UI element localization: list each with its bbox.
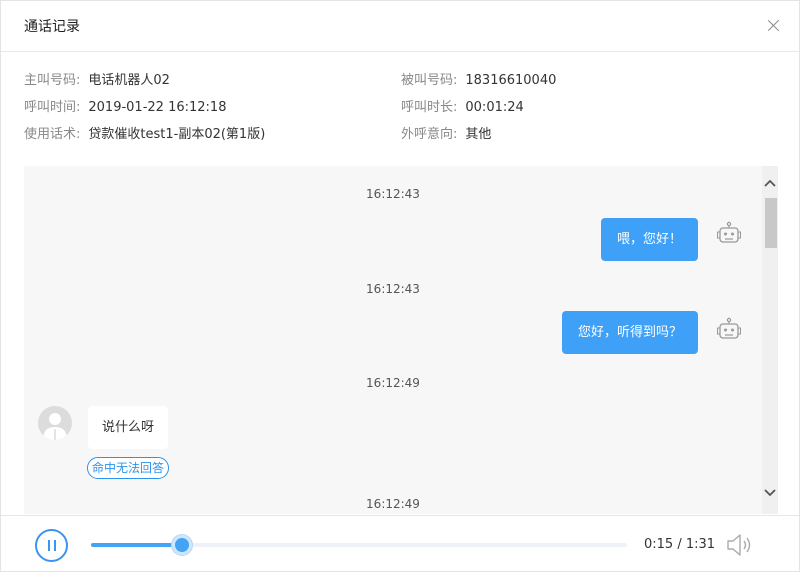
call-time-value: 2019-01-22 16:12:18 — [88, 100, 227, 115]
user-message-bubble: 说什么呀 — [88, 406, 169, 449]
intent-info: 外呼意向: 其他 — [401, 127, 491, 143]
intent-tag: 命中无法回答 — [87, 457, 170, 479]
script-value: 贷款催收test1-副本02(第1版) — [88, 127, 266, 142]
duration-value: 00:01:24 — [465, 100, 524, 115]
call-record-dialog: 通话记录 主叫号码: 电话机器人02 被叫号码: 18316610040 呼叫时间:… — [0, 0, 800, 572]
close-icon[interactable] — [765, 17, 783, 35]
chat-transcript[interactable]: 16:12:43 喂，您好！ 16:12:43 您好，听得到吗？ 16:12:4… — [24, 166, 778, 514]
scroll-down-icon[interactable] — [762, 484, 778, 500]
duration-label: 呼叫时长: — [401, 100, 458, 115]
call-time-label: 呼叫时间: — [24, 100, 81, 115]
robot-icon — [717, 221, 741, 243]
message-timestamp: 16:12:49 — [366, 376, 420, 390]
message-timestamp: 16:12:43 — [366, 282, 420, 296]
playback-time: 0:15 / 1:31 — [644, 537, 716, 552]
callee-value: 18316610040 — [465, 73, 557, 88]
dialog-title: 通话记录 — [24, 19, 80, 35]
callee-label: 被叫号码: — [401, 73, 458, 88]
scroll-up-icon[interactable] — [762, 176, 778, 192]
progress-fill — [91, 543, 183, 547]
pause-icon[interactable] — [35, 529, 68, 562]
robot-icon — [717, 317, 741, 339]
volume-icon[interactable] — [725, 532, 753, 558]
progress-track[interactable] — [91, 535, 627, 555]
chat-scrollbar[interactable] — [762, 166, 778, 514]
audio-player: 0:15 / 1:31 — [1, 515, 800, 572]
robot-message-bubble: 您好，听得到吗？ — [561, 311, 698, 354]
callee-info: 被叫号码: 18316610040 — [401, 73, 556, 89]
message-timestamp: 16:12:43 — [366, 187, 420, 201]
dialog-header: 通话记录 — [1, 1, 800, 52]
user-avatar-icon — [38, 406, 72, 440]
duration-info: 呼叫时长: 00:01:24 — [401, 100, 524, 116]
caller-label: 主叫号码: — [24, 73, 81, 88]
caller-value: 电话机器人02 — [88, 73, 170, 88]
intent-value: 其他 — [465, 127, 492, 142]
script-label: 使用话术: — [24, 127, 81, 142]
progress-knob[interactable] — [172, 535, 193, 555]
call-time-info: 呼叫时间: 2019-01-22 16:12:18 — [24, 100, 226, 116]
intent-label: 外呼意向: — [401, 127, 458, 142]
script-info: 使用话术: 贷款催收test1-副本02(第1版) — [24, 127, 265, 143]
scrollbar-thumb[interactable] — [765, 198, 777, 248]
robot-message-bubble: 喂，您好！ — [600, 218, 698, 261]
caller-info: 主叫号码: 电话机器人02 — [24, 73, 170, 89]
message-timestamp: 16:12:49 — [366, 497, 420, 511]
